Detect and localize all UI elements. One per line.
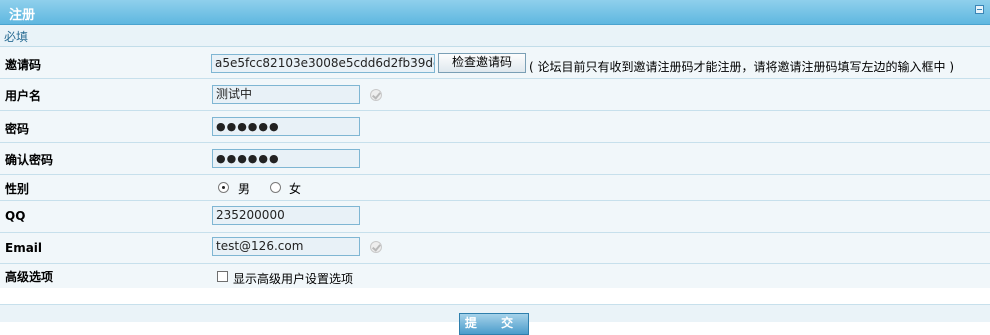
footer-separator bbox=[0, 288, 990, 305]
invite-row: 邀请码 a5e5fcc82103e3008e5cdd6d2fb39dce 检查邀… bbox=[0, 47, 990, 79]
gender-row: 性别 男 女 bbox=[0, 175, 990, 201]
section-label: 必填 bbox=[4, 30, 29, 44]
gender-label: 性别 bbox=[5, 182, 30, 196]
check-icon bbox=[370, 241, 382, 253]
collapse-icon[interactable] bbox=[975, 5, 984, 14]
username-row: 用户名 测试中 bbox=[0, 79, 990, 111]
submit-button[interactable]: 提 交 bbox=[459, 313, 529, 335]
invite-hint: ( 论坛目前只有收到邀请注册码才能注册，请将邀请注册码填写左边的输入框中 ) bbox=[529, 60, 954, 74]
password-input[interactable]: ●●●●●● bbox=[212, 117, 360, 136]
email-row: Email test@126.com bbox=[0, 233, 990, 264]
gender-female-label[interactable]: 女 bbox=[289, 180, 301, 197]
password-row: 密码 ●●●●●● bbox=[0, 111, 990, 143]
password-label: 密码 bbox=[5, 122, 30, 136]
confirm-password-label: 确认密码 bbox=[5, 153, 54, 167]
invite-code-input[interactable]: a5e5fcc82103e3008e5cdd6d2fb39dce bbox=[211, 54, 435, 73]
qq-input[interactable]: 235200000 bbox=[212, 206, 360, 225]
advanced-options-checkbox-label[interactable]: 显示高级用户设置选项 bbox=[233, 270, 353, 287]
qq-label: QQ bbox=[5, 209, 26, 223]
panel-title: 注册 bbox=[9, 8, 36, 23]
check-invite-button[interactable]: 检查邀请码 bbox=[438, 53, 526, 73]
advanced-options-checkbox[interactable] bbox=[217, 271, 228, 282]
gender-male-radio[interactable] bbox=[218, 182, 229, 193]
confirm-password-input[interactable]: ●●●●●● bbox=[212, 149, 360, 168]
email-input[interactable]: test@126.com bbox=[212, 237, 360, 256]
advanced-row: 高级选项 显示高级用户设置选项 bbox=[0, 264, 990, 289]
username-input[interactable]: 测试中 bbox=[212, 85, 360, 104]
panel-header: 注册 bbox=[0, 0, 990, 25]
gender-female-radio[interactable] bbox=[270, 182, 281, 193]
invite-label: 邀请码 bbox=[5, 58, 42, 72]
confirm-password-row: 确认密码 ●●●●●● bbox=[0, 143, 990, 175]
gender-male-label[interactable]: 男 bbox=[238, 180, 250, 197]
username-label: 用户名 bbox=[5, 89, 42, 103]
email-label: Email bbox=[5, 241, 43, 255]
advanced-label: 高级选项 bbox=[5, 270, 54, 284]
qq-row: QQ 235200000 bbox=[0, 201, 990, 233]
section-header: 必填 bbox=[0, 25, 990, 47]
check-icon bbox=[370, 89, 382, 101]
